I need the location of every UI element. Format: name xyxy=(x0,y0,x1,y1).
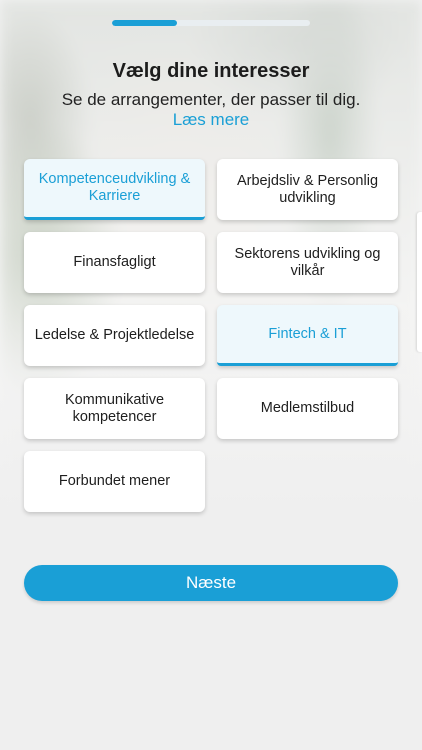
progress-bar xyxy=(112,20,310,26)
page-title: Vælg dine interesser xyxy=(112,60,310,82)
interest-label: Medlemstilbud xyxy=(260,400,355,416)
interest-label: Kompetenceudvikling & Karriere xyxy=(38,171,191,204)
interest-card[interactable]: Fintech & IT xyxy=(217,305,398,366)
interests-screen: Vælg dine interesser Se de arrangementer… xyxy=(0,0,422,750)
progress-fill xyxy=(112,20,178,26)
interest-card[interactable]: Sektorens udvikling og vilkår xyxy=(217,232,398,293)
interest-label: Fintech & IT xyxy=(268,325,347,342)
interest-label: Arbejdsliv & Personlig udvikling xyxy=(236,172,379,206)
interest-label: Kommunikative kompetencer xyxy=(64,391,165,425)
next-button[interactable]: Næste xyxy=(24,565,398,601)
interest-card[interactable]: Kompetenceudvikling & Karriere xyxy=(24,159,205,220)
interest-label: Forbundet mener xyxy=(58,473,171,489)
interest-card[interactable]: Kommunikative kompetencer xyxy=(24,378,205,439)
read-more-link[interactable]: Læs mere xyxy=(0,110,422,130)
edge-panel-handle[interactable] xyxy=(417,212,422,352)
interest-label: Ledelse & Projektledelse xyxy=(34,327,195,343)
interest-card[interactable]: Medlemstilbud xyxy=(217,378,398,439)
page-subtitle: Se de arrangementer, der passer til dig. xyxy=(61,90,361,109)
interest-card[interactable]: Finansfagligt xyxy=(24,232,205,293)
interest-card[interactable]: Ledelse & Projektledelse xyxy=(24,305,205,366)
interest-card[interactable]: Forbundet mener xyxy=(24,451,205,512)
interest-card[interactable]: Arbejdsliv & Personlig udvikling xyxy=(217,159,398,220)
interest-label: Finansfagligt xyxy=(73,254,156,270)
interest-label: Sektorens udvikling og vilkår xyxy=(234,245,381,279)
